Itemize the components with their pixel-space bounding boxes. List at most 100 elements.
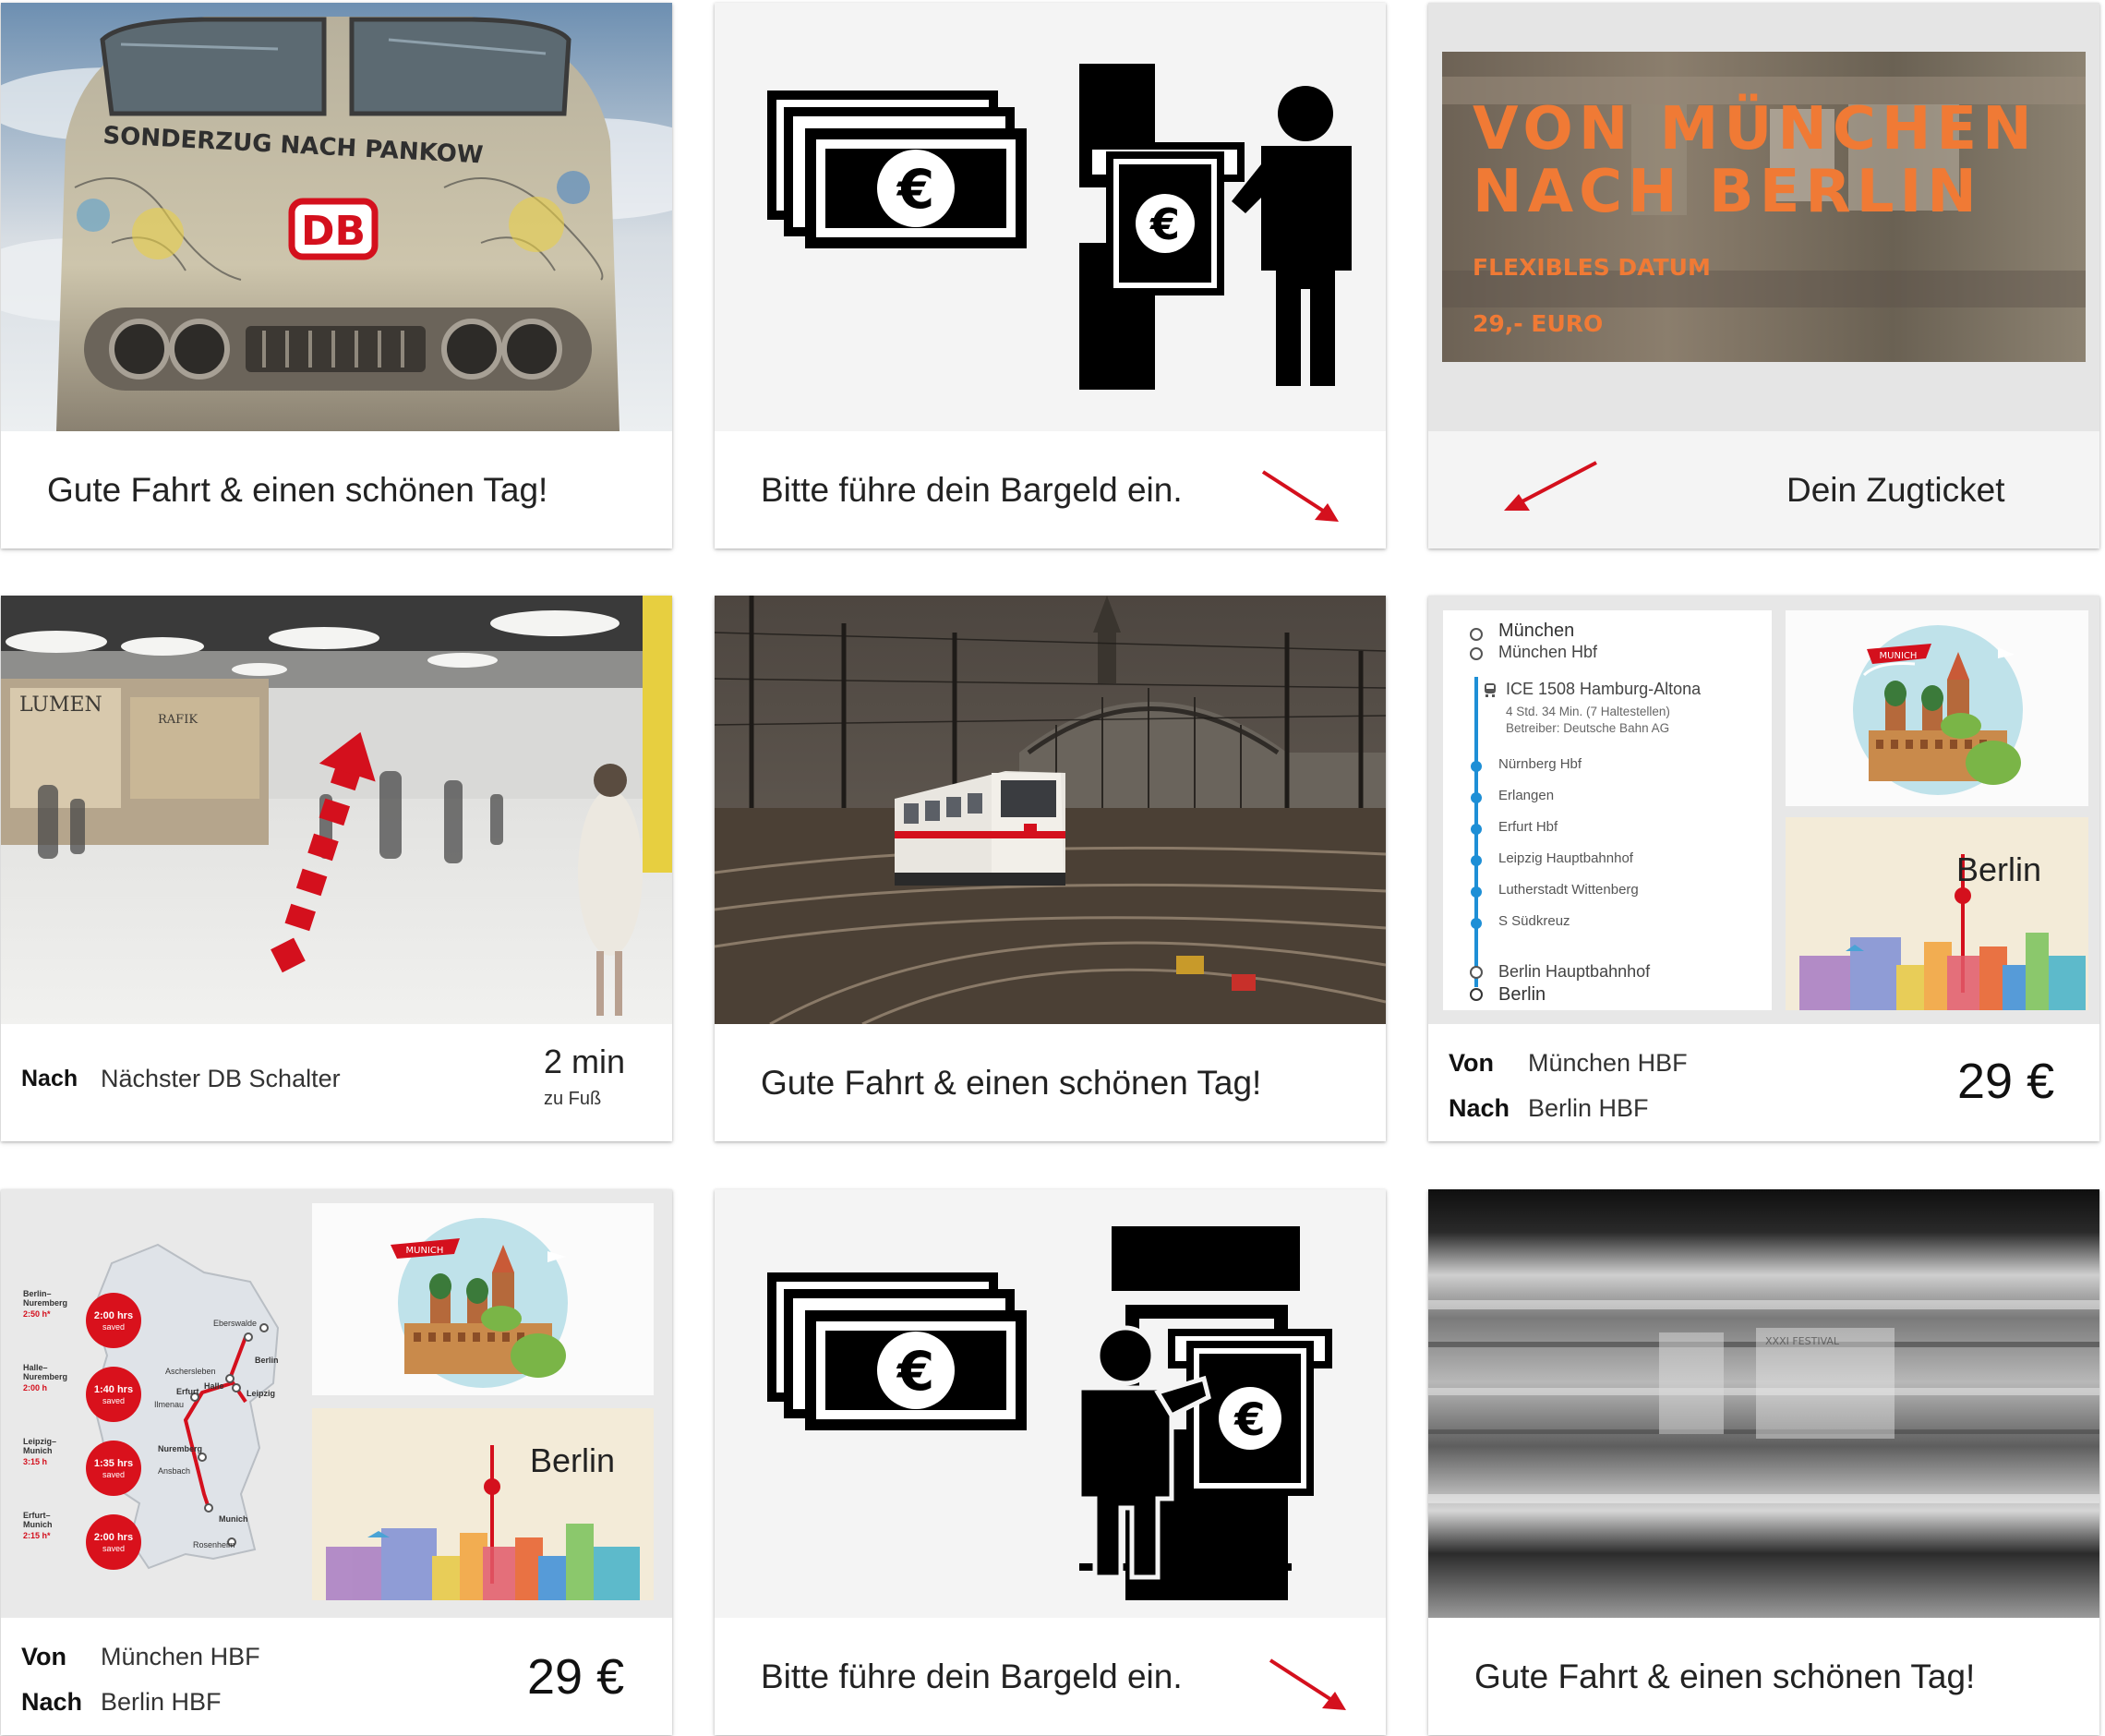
station-photo bbox=[715, 596, 1386, 1024]
route-badge-2: 1:35 hrs saved bbox=[86, 1441, 141, 1496]
arrow-down-right-icon bbox=[1261, 470, 1339, 522]
ticket-line-1: VON MÜNCHEN bbox=[1473, 95, 2038, 163]
card-footer: Nach Nächster DB Schalter 2 min zu Fuß bbox=[1, 1024, 672, 1141]
stop-4: Lutherstadt Wittenberg bbox=[1498, 882, 1639, 898]
card-insert-cash-kiosk[interactable]: € € Bitte führe dein Bargeld ein. bbox=[715, 1189, 1386, 1735]
price: 29 € bbox=[527, 1649, 625, 1705]
from-value: München HBF bbox=[1528, 1049, 1688, 1077]
berlin-label: Berlin bbox=[530, 1441, 616, 1479]
card-footer: Gute Fahrt & einen schönen Tag! bbox=[1, 431, 672, 549]
map-city-ansbach: Ansbach bbox=[158, 1466, 191, 1476]
cash-slot-icon: € bbox=[1079, 64, 1245, 390]
card-footer: Bitte führe dein Bargeld ein. bbox=[715, 431, 1386, 549]
map-city-ilmenau: Ilmenau bbox=[154, 1400, 185, 1409]
card-footer: Bitte führe dein Bargeld ein. bbox=[715, 1618, 1386, 1735]
money-bills-icon: € bbox=[767, 90, 1027, 248]
to-label: Nach bbox=[21, 1066, 78, 1091]
price: 29 € bbox=[1957, 1054, 2055, 1109]
card-farewell-motion[interactable]: XXXI FESTIVAL Gute Fahrt & einen schönen… bbox=[1428, 1189, 2099, 1735]
card-ticket[interactable]: VON MÜNCHEN NACH BERLIN FLEXIBLES DATUM … bbox=[1428, 3, 2099, 549]
card-directions[interactable]: LUMEN RAFIK Nach Nächster DB Schalter 2 … bbox=[1, 596, 672, 1141]
card-footer: Von München HBF Nach Berlin HBF 29 € bbox=[1428, 1024, 2099, 1141]
map-city-erfurt: Erfurt bbox=[176, 1387, 199, 1396]
walk-duration-sub: zu Fuß bbox=[544, 1089, 602, 1109]
card-map-offer[interactable]: Eberswalde Berlin Aschersleben Halle Lei… bbox=[1, 1189, 672, 1735]
route-old-time-0: 2:50 h* bbox=[23, 1309, 51, 1319]
person-icon bbox=[1232, 86, 1352, 386]
card-farewell-station[interactable]: Gute Fahrt & einen schönen Tag! bbox=[715, 596, 1386, 1141]
from-label: Von bbox=[1449, 1049, 1494, 1077]
munich-illustration: MUNICH bbox=[1786, 610, 2088, 806]
dest-station: Berlin Hauptbahnhof bbox=[1498, 962, 1651, 981]
route-old-time-1: 2:00 h bbox=[23, 1383, 48, 1392]
svg-text:MUNICH: MUNICH bbox=[1880, 651, 1918, 661]
route-badge-1: 1:40 hrs saved bbox=[86, 1367, 141, 1422]
berlin-label: Berlin bbox=[1956, 850, 2042, 888]
cash-kiosk-illustration: € € bbox=[715, 1189, 1386, 1618]
stop-3: Leipzig Hauptbahnhof bbox=[1498, 850, 1633, 866]
to-label: Nach bbox=[1449, 1094, 1510, 1122]
card-route-details[interactable]: München München Hbf ICE 1508 Hamburg-Alt… bbox=[1428, 596, 2099, 1141]
route-badge-3: 2:00 hrs saved bbox=[86, 1514, 141, 1570]
route-name-1: Halle– Nuremberg bbox=[23, 1363, 68, 1381]
concourse-photo: LUMEN RAFIK bbox=[1, 596, 672, 1024]
insert-cash-message: Bitte führe dein Bargeld ein. bbox=[761, 1658, 1183, 1695]
svg-text:€: € bbox=[1233, 1394, 1265, 1446]
train-operator: Betreiber: Deutsche Bahn AG bbox=[1506, 721, 1670, 735]
arrow-down-right-icon bbox=[1269, 1658, 1346, 1710]
berlin-illustration: Berlin bbox=[1786, 817, 2088, 1010]
train-icon bbox=[1485, 683, 1496, 697]
stop-2: Erfurt Hbf bbox=[1498, 819, 1558, 835]
from-value: München HBF bbox=[101, 1643, 260, 1670]
card-footer: Gute Fahrt & einen schönen Tag! bbox=[1428, 1618, 2099, 1735]
to-label: Nach bbox=[21, 1688, 83, 1716]
farewell-message: Gute Fahrt & einen schönen Tag! bbox=[47, 471, 548, 509]
stop-5: S Südkreuz bbox=[1498, 913, 1570, 929]
ticket-price: 29,- EURO bbox=[1473, 310, 1604, 337]
svg-text:MUNICH: MUNICH bbox=[406, 1246, 444, 1256]
farewell-message: Gute Fahrt & einen schönen Tag! bbox=[1474, 1658, 1976, 1695]
route-media: München München Hbf ICE 1508 Hamburg-Alt… bbox=[1428, 596, 2099, 1024]
train-name: ICE 1508 Hamburg-Altona bbox=[1506, 680, 1702, 698]
map-city-leipzig: Leipzig bbox=[247, 1389, 275, 1398]
walk-duration: 2 min bbox=[544, 1043, 626, 1080]
route-origin: München bbox=[1498, 621, 1575, 641]
insert-cash-message: Bitte führe dein Bargeld ein. bbox=[761, 471, 1183, 509]
stop-1: Erlangen bbox=[1498, 788, 1555, 803]
ticket-line-2: NACH BERLIN bbox=[1473, 158, 1982, 226]
route-old-time-2: 3:15 h bbox=[23, 1457, 48, 1466]
map-city-rosenheim: Rosenheim bbox=[193, 1540, 235, 1549]
route-name-3: Erfurt– Munich bbox=[23, 1511, 53, 1529]
route-badge-0: 2:00 hrs saved bbox=[86, 1293, 141, 1348]
route-timeline: München München Hbf ICE 1508 Hamburg-Alt… bbox=[1443, 610, 1772, 1010]
db-logo: DB bbox=[301, 208, 366, 255]
from-label: Von bbox=[21, 1643, 66, 1670]
card-footer: Von München HBF Nach Berlin HBF 29 € bbox=[1, 1618, 672, 1735]
money-bills-icon: € bbox=[767, 1272, 1027, 1430]
munich-illustration: MUNICH bbox=[312, 1203, 654, 1395]
route-name-2: Leipzig– Munich bbox=[23, 1437, 57, 1455]
motion-blur-photo: XXXI FESTIVAL bbox=[1428, 1189, 2099, 1618]
svg-text:RAFIK: RAFIK bbox=[158, 713, 198, 727]
germany-map bbox=[91, 1243, 280, 1570]
route-old-time-3: 2:15 h* bbox=[23, 1531, 51, 1540]
map-city-munich: Munich bbox=[219, 1514, 248, 1524]
card-insert-cash[interactable]: € € Bitte führe dein Bargeld ein. bbox=[715, 3, 1386, 549]
svg-text:€: € bbox=[1149, 199, 1180, 249]
route-name-0: Berlin– Nuremberg bbox=[23, 1289, 68, 1308]
farewell-message: Gute Fahrt & einen schönen Tag! bbox=[761, 1064, 1262, 1102]
route-destination: Berlin bbox=[1498, 984, 1546, 1005]
route-origin-station: München Hbf bbox=[1498, 643, 1598, 661]
cash-illustration: € € bbox=[715, 3, 1386, 431]
arrow-down-left-icon bbox=[1504, 461, 1597, 511]
to-value: Berlin HBF bbox=[101, 1688, 222, 1716]
map-city-halle: Halle bbox=[204, 1381, 224, 1391]
card-farewell-train[interactable]: SONDERZUG NACH PANKOW DB Gute Fahrt & ei… bbox=[1, 3, 672, 549]
to-value: Berlin HBF bbox=[1528, 1094, 1649, 1122]
poster-text: XXXI FESTIVAL bbox=[1765, 1335, 1840, 1347]
map-city-aschersleben: Aschersleben bbox=[165, 1367, 216, 1376]
destination-name: Nächster DB Schalter bbox=[101, 1065, 341, 1092]
euro-symbol: € bbox=[896, 158, 934, 221]
location-pin-icon bbox=[1470, 988, 1483, 1001]
map-city-nuremberg: Nuremberg bbox=[158, 1444, 203, 1453]
